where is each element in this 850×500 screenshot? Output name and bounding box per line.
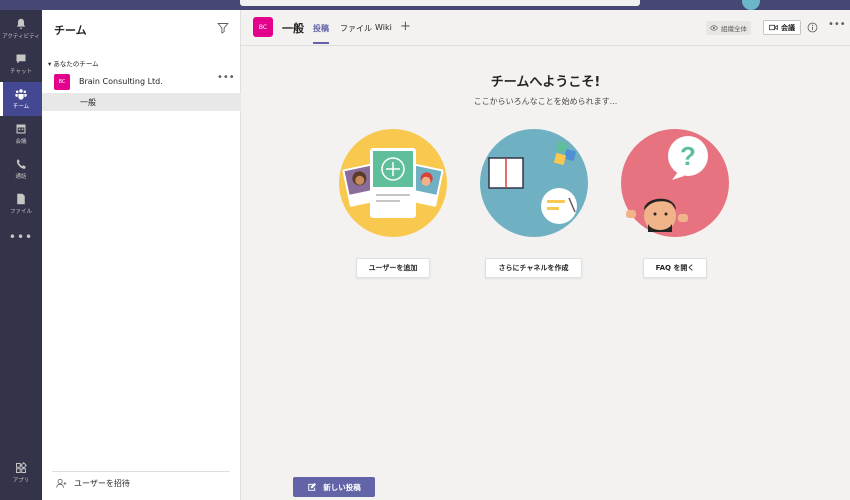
rail-item-apps[interactable]: アプリ (0, 456, 42, 490)
invite-people-button[interactable]: ユーザーを招待 (56, 478, 130, 489)
chat-icon (16, 54, 26, 64)
add-person-icon (56, 478, 67, 488)
rail-label: チャット (10, 69, 32, 75)
teams-icon (15, 89, 27, 100)
add-people-button[interactable]: ユーザーを追加 (356, 258, 430, 278)
rail-item-chat[interactable]: チャット (0, 47, 42, 81)
rail-label: ファイル (9, 209, 32, 215)
add-people-illustration (339, 129, 447, 237)
video-icon (769, 24, 778, 31)
meet-label: 会議 (781, 23, 795, 32)
welcome-title: チームへようこそ! (490, 75, 601, 90)
file-icon (17, 193, 25, 205)
more-apps-button[interactable]: ••• (0, 230, 42, 244)
rail-label: チーム (12, 104, 30, 110)
phone-icon (16, 159, 26, 169)
team-name: Brain Consulting Ltd. (79, 77, 163, 86)
divider (52, 471, 230, 472)
rail-label: アプリ (12, 478, 30, 484)
new-post-button[interactable]: 新しい投稿 (293, 477, 375, 497)
rail-item-activity[interactable]: アクティビティ (0, 12, 42, 46)
team-item[interactable]: BC Brain Consulting Ltd. ••• (42, 72, 241, 92)
app-rail: アクティビティ チャット チーム 会議 通話 ファイル ••• アプリ (0, 10, 42, 500)
panel-title: チーム (54, 24, 87, 37)
channel-more-button[interactable]: ••• (828, 19, 846, 30)
filter-icon[interactable] (217, 22, 229, 34)
invite-label: ユーザーを招待 (74, 479, 130, 488)
channel-header: BC 一般 投稿 ファイル Wiki + 組織全体 会議 ••• (241, 10, 850, 46)
meet-button[interactable]: 会議 (763, 20, 801, 35)
team-more-button[interactable]: ••• (217, 72, 235, 83)
info-icon[interactable] (807, 22, 818, 33)
tab-posts[interactable]: 投稿 (313, 23, 329, 44)
tab-files[interactable]: ファイル (340, 23, 372, 34)
open-faq-button[interactable]: FAQ を開く (643, 258, 707, 278)
new-post-label: 新しい投稿 (323, 482, 361, 492)
team-avatar: BC (54, 74, 70, 90)
section-label: あなたのチーム (53, 60, 99, 68)
calendar-icon (16, 124, 26, 134)
rail-item-teams[interactable]: チーム (0, 82, 42, 116)
compose-icon (308, 482, 317, 491)
eye-icon (710, 25, 718, 31)
user-avatar[interactable] (742, 0, 760, 10)
rail-label: アクティビティ (2, 34, 40, 40)
create-channel-illustration (480, 129, 588, 237)
rail-label: 会議 (15, 139, 27, 145)
rail-label: 通話 (15, 174, 27, 180)
rail-item-calls[interactable]: 通話 (0, 152, 42, 186)
svg-text:?: ? (680, 141, 696, 171)
rail-item-calendar[interactable]: 会議 (0, 117, 42, 151)
teams-panel: チーム ▾ あなたのチーム BC Brain Consulting Ltd. •… (42, 10, 241, 500)
channel-name: 一般 (80, 98, 96, 107)
rail-item-files[interactable]: ファイル (0, 187, 42, 221)
channel-item-general[interactable]: 一般 (42, 93, 241, 111)
org-wide-badge[interactable]: 組織全体 (706, 21, 751, 35)
create-channel-button[interactable]: さらにチャネルを作成 (485, 258, 582, 278)
apps-icon (16, 462, 27, 473)
bell-icon (16, 18, 26, 29)
add-tab-button[interactable]: + (400, 19, 411, 34)
channel-title: 一般 (282, 22, 304, 35)
welcome-subtitle: ここからいろんなことを始められます... (473, 97, 618, 106)
title-bar (0, 0, 850, 10)
team-avatar: BC (253, 17, 273, 37)
org-label: 組織全体 (721, 25, 747, 33)
tab-wiki[interactable]: Wiki (375, 23, 392, 32)
search-box[interactable] (240, 0, 640, 6)
your-teams-header[interactable]: ▾ あなたのチーム (48, 58, 99, 68)
faq-illustration: ? (621, 129, 729, 237)
